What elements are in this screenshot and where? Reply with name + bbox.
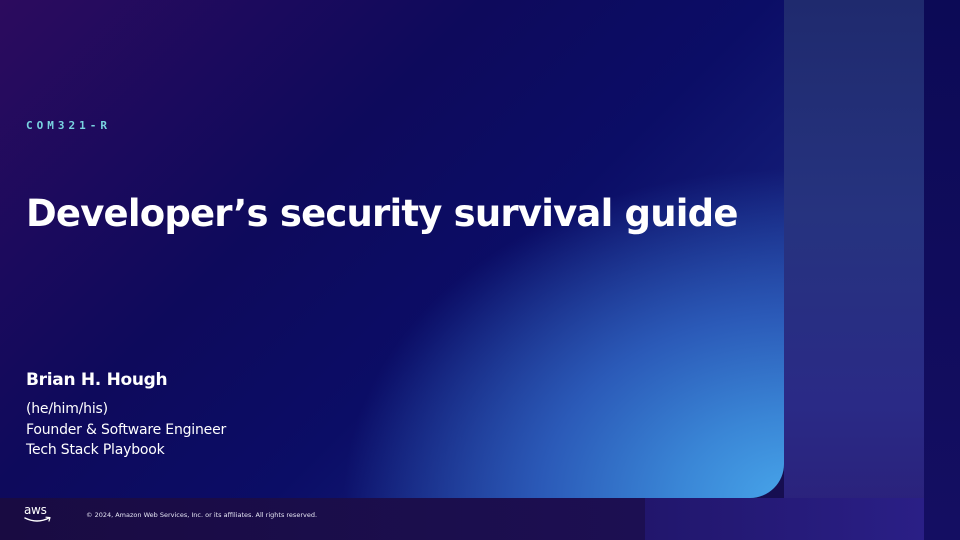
hero-panel: COM321-R Developer’s security survival g… [0,0,784,498]
aws-logo-text: aws [24,503,47,517]
background-column [784,0,924,540]
presenter-details: (he/him/his) Founder & Software Engineer… [26,399,226,461]
copyright-notice: © 2024, Amazon Web Services, Inc. or its… [86,511,318,519]
slide-title: Developer’s security survival guide [26,192,738,235]
footer-band-left [0,498,645,540]
background-edge [924,0,960,540]
presenter-company: Tech Stack Playbook [26,442,165,458]
title-slide: COM321-R Developer’s security survival g… [0,0,960,540]
presenter-name: Brian H. Hough [26,370,168,390]
presenter-pronouns: (he/him/his) [26,401,108,417]
presenter-role: Founder & Software Engineer [26,421,227,438]
aws-logo: aws [24,503,54,525]
session-code: COM321-R [26,119,111,132]
aws-smile-icon [24,516,51,522]
